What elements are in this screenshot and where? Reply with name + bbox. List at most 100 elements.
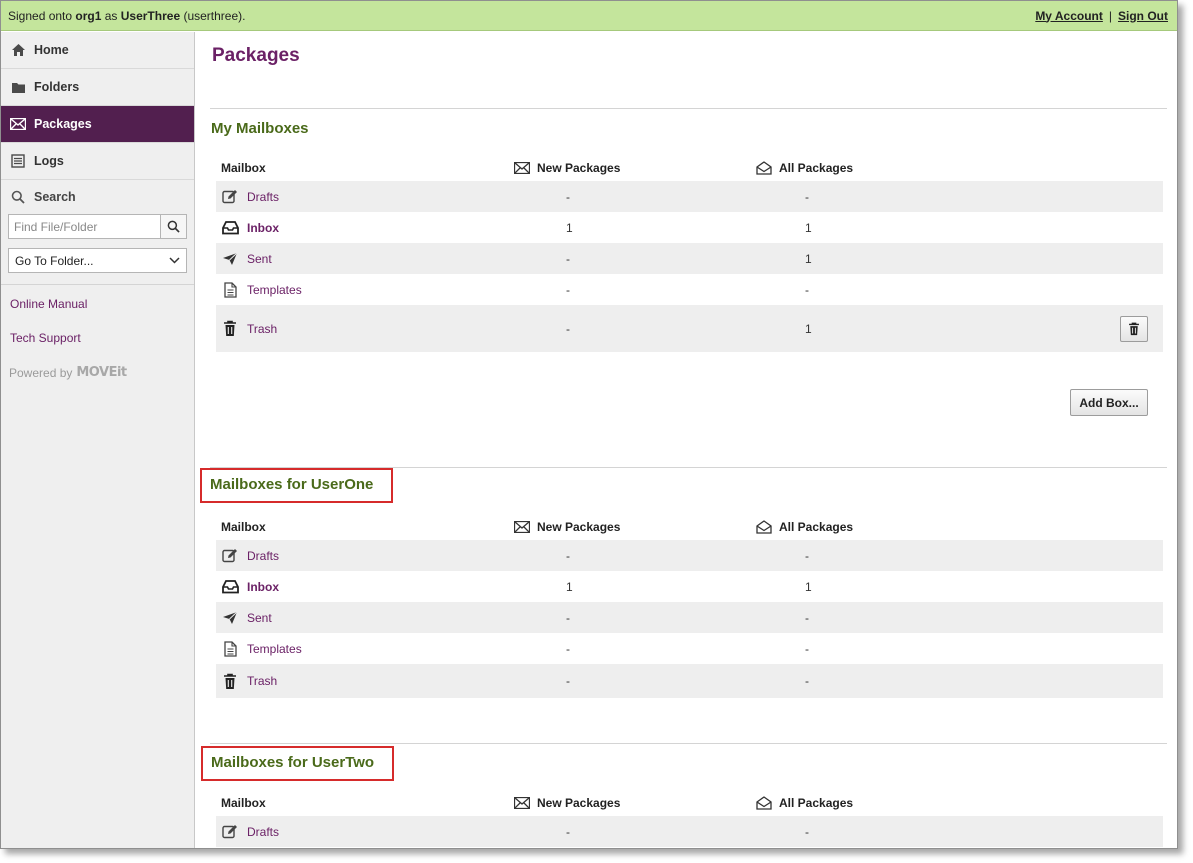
mailbox-link-sent[interactable]: Sent — [247, 252, 272, 266]
header-new-packages-label: New Packages — [537, 796, 621, 810]
header-new-packages: New Packages — [514, 796, 756, 810]
my-account-link[interactable]: My Account — [1035, 9, 1103, 23]
new-count: - — [566, 321, 570, 336]
all-count: 1 — [805, 251, 812, 266]
header-all-packages-label: All Packages — [779, 161, 854, 175]
header-mailbox: Mailbox — [221, 796, 266, 810]
nav-home-label: Home — [34, 43, 69, 57]
paper-plane-icon — [221, 610, 239, 626]
all-count: - — [805, 824, 809, 839]
new-count: - — [566, 251, 570, 266]
logs-icon — [10, 153, 26, 169]
header-all-packages: All Packages — [756, 796, 996, 810]
mailbox-link-drafts[interactable]: Drafts — [247, 190, 279, 204]
account-links: My Account | Sign Out — [1035, 9, 1168, 23]
header-mailbox: Mailbox — [221, 520, 266, 534]
chevron-down-icon — [169, 257, 180, 264]
home-icon — [10, 42, 26, 58]
table-row: Drafts - - — [216, 181, 1163, 212]
envelope-icon — [514, 161, 530, 175]
open-envelope-icon — [756, 796, 772, 810]
mailbox-link-templates[interactable]: Templates — [247, 642, 302, 656]
mailbox-table-mine: Mailbox New Packages All Packages Drafts… — [216, 155, 1163, 352]
all-count: 1 — [805, 321, 812, 336]
table-header: Mailbox New Packages All Packages — [216, 514, 1163, 540]
mailbox-table-userone: Mailbox New Packages All Packages Drafts… — [216, 514, 1163, 698]
trash-icon — [1128, 322, 1140, 336]
search-icon — [10, 189, 26, 205]
app-window: Signed onto org1 as UserThree (userthree… — [0, 0, 1178, 849]
table-row: Sent - - — [216, 602, 1163, 633]
nav-logs[interactable]: Logs — [1, 143, 194, 180]
new-count: - — [566, 610, 570, 625]
search-icon — [167, 220, 180, 233]
paper-plane-icon — [221, 251, 239, 267]
table-row: Inbox 1 1 — [216, 571, 1163, 602]
new-count: 1 — [566, 220, 573, 235]
moveit-logo: MOVEit — [76, 365, 127, 380]
table-row: Drafts - - — [216, 540, 1163, 571]
nav-folders[interactable]: Folders — [1, 69, 194, 106]
mailbox-link-templates[interactable]: Templates — [247, 283, 302, 297]
pencil-icon — [221, 189, 239, 205]
mailbox-link-sent[interactable]: Sent — [247, 611, 272, 625]
user-name: UserThree — [120, 8, 181, 23]
inbox-icon — [221, 220, 239, 236]
header-all-packages-label: All Packages — [779, 520, 854, 534]
empty-trash-button[interactable] — [1120, 315, 1148, 342]
new-count: - — [566, 824, 570, 839]
mailbox-link-drafts[interactable]: Drafts — [247, 825, 279, 839]
all-count: - — [805, 189, 809, 204]
section-title-usertwo: Mailboxes for UserTwo — [201, 746, 395, 781]
nav-packages-label: Packages — [34, 117, 92, 131]
signed-on-status: Signed onto org1 as UserThree (userthree… — [8, 9, 245, 23]
mailbox-link-inbox[interactable]: Inbox — [247, 580, 279, 594]
sign-out-link[interactable]: Sign Out — [1118, 9, 1168, 23]
link-separator: | — [1108, 8, 1112, 23]
header-all-packages-label: All Packages — [779, 796, 854, 810]
table-row: Trash - 1 — [216, 305, 1163, 352]
table-row: Sent - 1 — [216, 243, 1163, 274]
main-content: Packages My Mailboxes Mailbox New Packag… — [196, 32, 1177, 848]
online-manual-link[interactable]: Online Manual — [1, 297, 194, 311]
section-title-my-mailboxes: My Mailboxes — [211, 120, 309, 137]
section-title-userone: Mailboxes for UserOne — [200, 468, 394, 503]
divider — [210, 108, 1167, 109]
mailbox-link-drafts[interactable]: Drafts — [247, 549, 279, 563]
nav-packages[interactable]: Packages — [1, 106, 194, 143]
tech-support-link[interactable]: Tech Support — [1, 331, 194, 345]
header-new-packages: New Packages — [514, 161, 756, 175]
all-count: - — [805, 548, 809, 563]
new-count: - — [566, 674, 570, 688]
envelope-icon — [514, 520, 530, 534]
add-box-button[interactable]: Add Box... — [1070, 389, 1148, 416]
all-count: 1 — [805, 220, 812, 235]
mailbox-link-trash[interactable]: Trash — [247, 674, 277, 688]
mailbox-link-trash[interactable]: Trash — [247, 322, 277, 336]
trash-icon — [221, 673, 239, 689]
pencil-icon — [221, 548, 239, 564]
find-file-folder-input[interactable] — [8, 214, 160, 239]
divider — [210, 743, 1167, 744]
envelope-icon — [514, 796, 530, 810]
pencil-icon — [221, 824, 239, 840]
powered-by-text: Powered by — [9, 365, 73, 380]
mailbox-link-inbox[interactable]: Inbox — [247, 221, 279, 235]
table-header: Mailbox New Packages All Packages — [216, 155, 1163, 181]
table-row: Templates - - — [216, 274, 1163, 305]
header-all-packages: All Packages — [756, 161, 996, 175]
nav-logs-label: Logs — [34, 154, 64, 168]
new-count: - — [566, 548, 570, 563]
search-box — [8, 214, 187, 239]
search-label: Search — [34, 190, 76, 204]
header-new-packages: New Packages — [514, 520, 756, 534]
table-row: Trash - - — [216, 664, 1163, 698]
document-icon — [221, 640, 239, 657]
search-button[interactable] — [160, 214, 187, 239]
table-header: Mailbox New Packages All Packages — [216, 790, 1163, 816]
new-count: - — [566, 282, 570, 297]
new-count: - — [566, 189, 570, 204]
nav-home[interactable]: Home — [1, 32, 194, 69]
all-count: - — [805, 282, 809, 297]
go-to-folder-select[interactable]: Go To Folder... — [8, 248, 187, 273]
